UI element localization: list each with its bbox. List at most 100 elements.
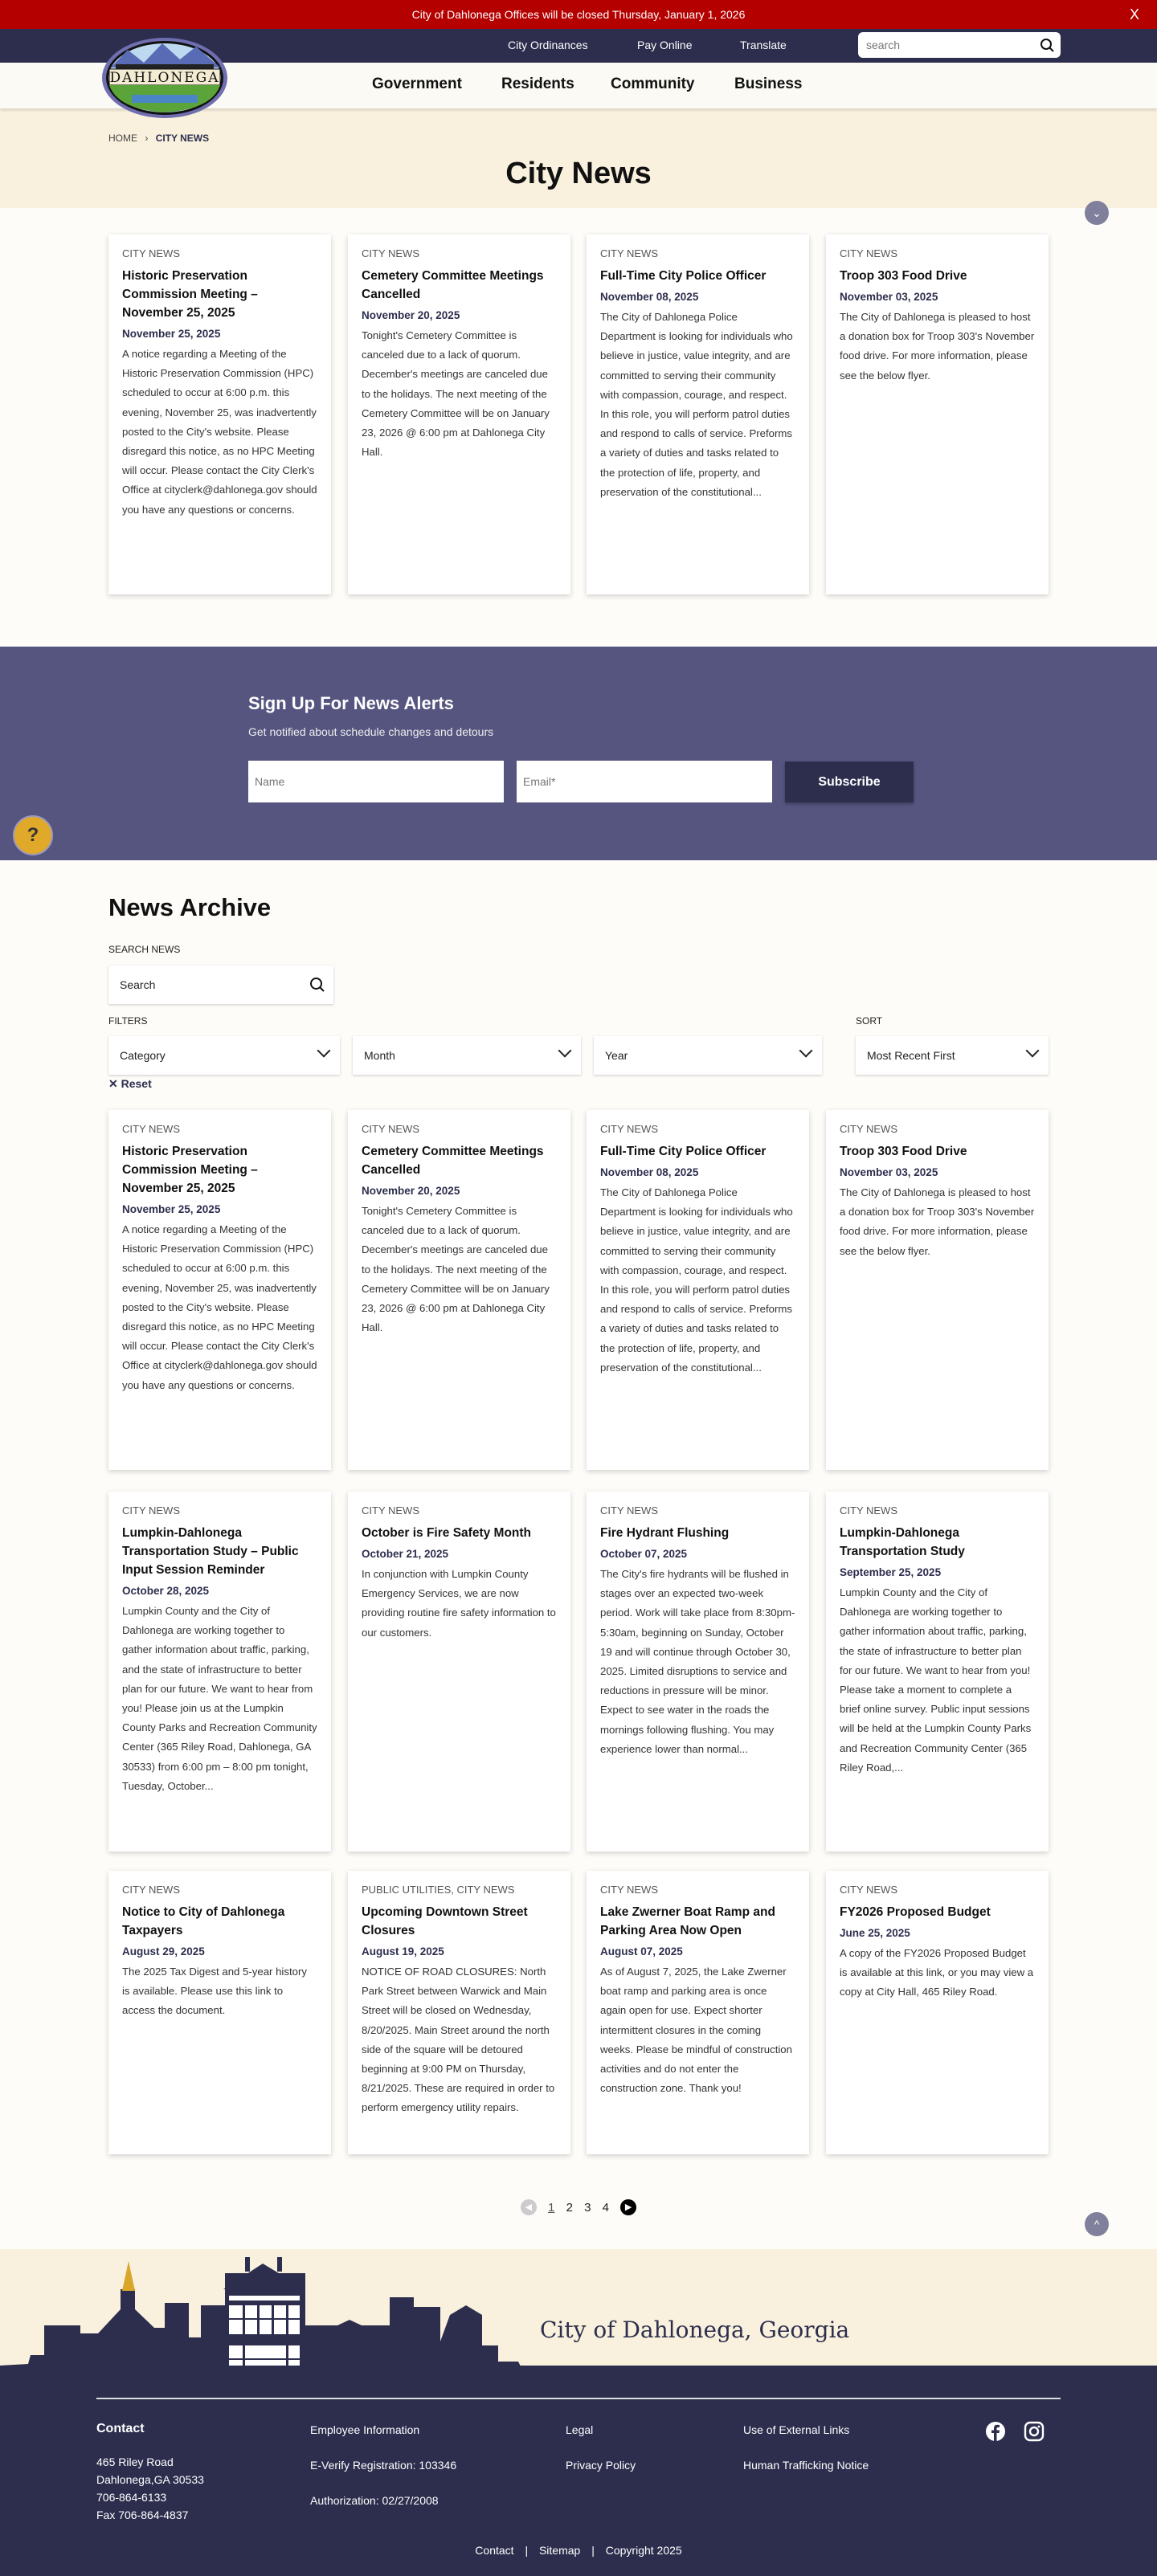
news-card-title[interactable]: Cemetery Committee Meetings Cancelled	[362, 267, 557, 304]
news-card[interactable]: CITY NEWS October is Fire Safety Month Oct…	[348, 1492, 570, 1851]
news-card-title[interactable]: Troop 303 Food Drive	[840, 267, 1035, 285]
news-card[interactable]: CITY NEWS Troop 303 Food Drive November 03…	[826, 235, 1049, 594]
filters-label: FILTERS	[108, 1015, 148, 1027]
news-card[interactable]: CITY NEWS Lake Zwerner Boat Ramp and Park…	[587, 1871, 809, 2154]
page-4[interactable]: 4	[603, 2201, 609, 2215]
news-card-category: CITY NEWS	[122, 1123, 180, 1135]
search-icon[interactable]	[309, 977, 325, 993]
city-logo[interactable]: DAHLONEGA	[100, 35, 230, 120]
search-icon[interactable]	[1040, 38, 1054, 52]
news-card-date: November 20, 2025	[362, 1185, 460, 1197]
reset-filters-link[interactable]: ✕ Reset	[108, 1077, 152, 1091]
scroll-top-button[interactable]: ^	[1085, 2212, 1109, 2236]
chevron-down-icon	[558, 1043, 572, 1058]
sort-select[interactable]: Most Recent First	[856, 1036, 1049, 1075]
news-card[interactable]: CITY NEWS Lumpkin-Dahlonega Transportatio…	[108, 1492, 331, 1851]
prev-page-icon[interactable]: ◀	[520, 2199, 537, 2215]
footer-link-sitemap[interactable]: Sitemap	[539, 2544, 580, 2557]
email-input[interactable]	[517, 761, 772, 802]
link-legal[interactable]: Legal	[566, 2423, 593, 2436]
page-2[interactable]: 2	[566, 2201, 573, 2215]
news-card[interactable]: CITY NEWS Fire Hydrant Flushing October 07…	[587, 1492, 809, 1851]
news-card[interactable]: CITY NEWS Troop 303 Food Drive November 03…	[826, 1110, 1049, 1470]
news-card-title[interactable]: Lake Zwerner Boat Ramp and Parking Area …	[600, 1903, 795, 1940]
news-card-title[interactable]: Notice to City of Dahlonega Taxpayers	[122, 1903, 317, 1940]
footer-link-contact[interactable]: Contact	[475, 2544, 513, 2557]
news-card-title[interactable]: FY2026 Proposed Budget	[840, 1903, 1035, 1921]
news-card-title[interactable]: Historic Preservation Commission Meeting…	[122, 1142, 317, 1198]
link-city-ordinances[interactable]: City Ordinances	[508, 39, 588, 51]
link-external-links[interactable]: Use of External Links	[743, 2423, 849, 2436]
footer: Contact 465 Riley Road Dahlonega,GA 3053…	[0, 2366, 1157, 2576]
everify-registration: E-Verify Registration: 103346	[310, 2459, 457, 2472]
news-card-title[interactable]: Fire Hydrant Flushing	[600, 1524, 795, 1542]
next-page-icon[interactable]: ▶	[620, 2199, 637, 2215]
help-button[interactable]: ?	[13, 815, 53, 855]
page-header: HOME › CITY NEWS City News	[0, 108, 1157, 208]
collapse-button[interactable]: ⌄	[1085, 201, 1109, 225]
news-card-category: CITY NEWS	[122, 247, 180, 259]
news-card-category: CITY NEWS	[122, 1884, 180, 1896]
subscribe-button[interactable]: Subscribe	[785, 761, 914, 802]
news-card-title[interactable]: Historic Preservation Commission Meeting…	[122, 267, 317, 322]
news-card[interactable]: PUBLIC UTILITIES, CITY NEWS Upcoming Down…	[348, 1871, 570, 2154]
nav-business[interactable]: Business	[734, 76, 802, 93]
news-card-date: August 29, 2025	[122, 1945, 205, 1958]
news-card[interactable]: CITY NEWS Cemetery Committee Meetings Can…	[348, 1110, 570, 1470]
month-select[interactable]: Month	[353, 1036, 581, 1075]
news-card-title[interactable]: Lumpkin-Dahlonega Transportation Study	[840, 1524, 1035, 1561]
news-card-category: CITY NEWS	[600, 1504, 658, 1517]
link-employee-information[interactable]: Employee Information	[310, 2423, 419, 2436]
nav-government[interactable]: Government	[372, 76, 462, 93]
news-card-title[interactable]: Full-Time City Police Officer	[600, 1142, 795, 1161]
news-card-title[interactable]: Cemetery Committee Meetings Cancelled	[362, 1142, 557, 1179]
news-card-category: CITY NEWS	[362, 247, 419, 259]
year-select[interactable]: Year	[594, 1036, 822, 1075]
news-search-field[interactable]: Search	[108, 965, 333, 1004]
separator: |	[525, 2544, 529, 2557]
close-alert-button[interactable]: X	[1130, 0, 1139, 29]
news-card-title[interactable]: Upcoming Downtown Street Closures	[362, 1903, 557, 1940]
news-card-title[interactable]: Troop 303 Food Drive	[840, 1142, 1035, 1161]
contact-heading: Contact	[96, 2422, 145, 2435]
nav-community[interactable]: Community	[611, 76, 695, 93]
facebook-icon[interactable]	[985, 2421, 1006, 2442]
news-card[interactable]: CITY NEWS Full-Time City Police Officer No…	[587, 1110, 809, 1470]
link-privacy-policy[interactable]: Privacy Policy	[566, 2459, 636, 2472]
chevron-up-icon: ^	[1094, 2218, 1100, 2231]
contact-fax: Fax 706-864-4837	[96, 2509, 189, 2521]
news-card[interactable]: CITY NEWS Notice to City of Dahlonega Tax…	[108, 1871, 331, 2154]
news-card[interactable]: CITY NEWS Historic Preservation Commissio…	[108, 235, 331, 594]
news-card[interactable]: CITY NEWS FY2026 Proposed Budget June 25, …	[826, 1871, 1049, 2154]
nav-residents[interactable]: Residents	[501, 76, 574, 93]
alert-banner: City of Dahlonega Offices will be closed…	[0, 0, 1157, 29]
name-input[interactable]	[248, 761, 504, 802]
contact-phone[interactable]: 706-864-6133	[96, 2491, 166, 2504]
news-card-date: August 07, 2025	[600, 1945, 683, 1958]
news-card-date: November 25, 2025	[122, 328, 221, 340]
archive-title: News Archive	[108, 893, 272, 921]
separator: |	[591, 2544, 595, 2557]
news-card-excerpt: Tonight's Cemetery Committee is canceled…	[362, 329, 550, 459]
category-select[interactable]: Category	[108, 1036, 340, 1075]
link-translate[interactable]: Translate	[740, 39, 787, 51]
news-card-title[interactable]: Full-Time City Police Officer	[600, 267, 795, 285]
instagram-icon[interactable]	[1024, 2421, 1045, 2442]
news-card[interactable]: CITY NEWS Full-Time City Police Officer No…	[587, 235, 809, 594]
news-card[interactable]: CITY NEWS Cemetery Committee Meetings Can…	[348, 235, 570, 594]
news-card[interactable]: CITY NEWS Lumpkin-Dahlonega Transportatio…	[826, 1492, 1049, 1851]
news-card-date: November 08, 2025	[600, 1166, 699, 1178]
news-alerts-signup: Sign Up For News Alerts Get notified abo…	[0, 647, 1157, 860]
page-3[interactable]: 3	[584, 2201, 591, 2215]
breadcrumb-home[interactable]: HOME	[108, 133, 137, 144]
news-card-date: November 03, 2025	[840, 1166, 938, 1178]
news-card-category: CITY NEWS	[362, 1123, 419, 1135]
news-card-title[interactable]: October is Fire Safety Month	[362, 1524, 557, 1542]
link-pay-online[interactable]: Pay Online	[637, 39, 692, 51]
news-card[interactable]: CITY NEWS Historic Preservation Commissio…	[108, 1110, 331, 1470]
news-card-title[interactable]: Lumpkin-Dahlonega Transportation Study –…	[122, 1524, 317, 1579]
svg-text:DAHLONEGA: DAHLONEGA	[109, 70, 219, 86]
link-human-trafficking[interactable]: Human Trafficking Notice	[743, 2459, 869, 2472]
page-1[interactable]: 1	[548, 2201, 554, 2215]
site-search-input[interactable]	[858, 32, 1019, 58]
